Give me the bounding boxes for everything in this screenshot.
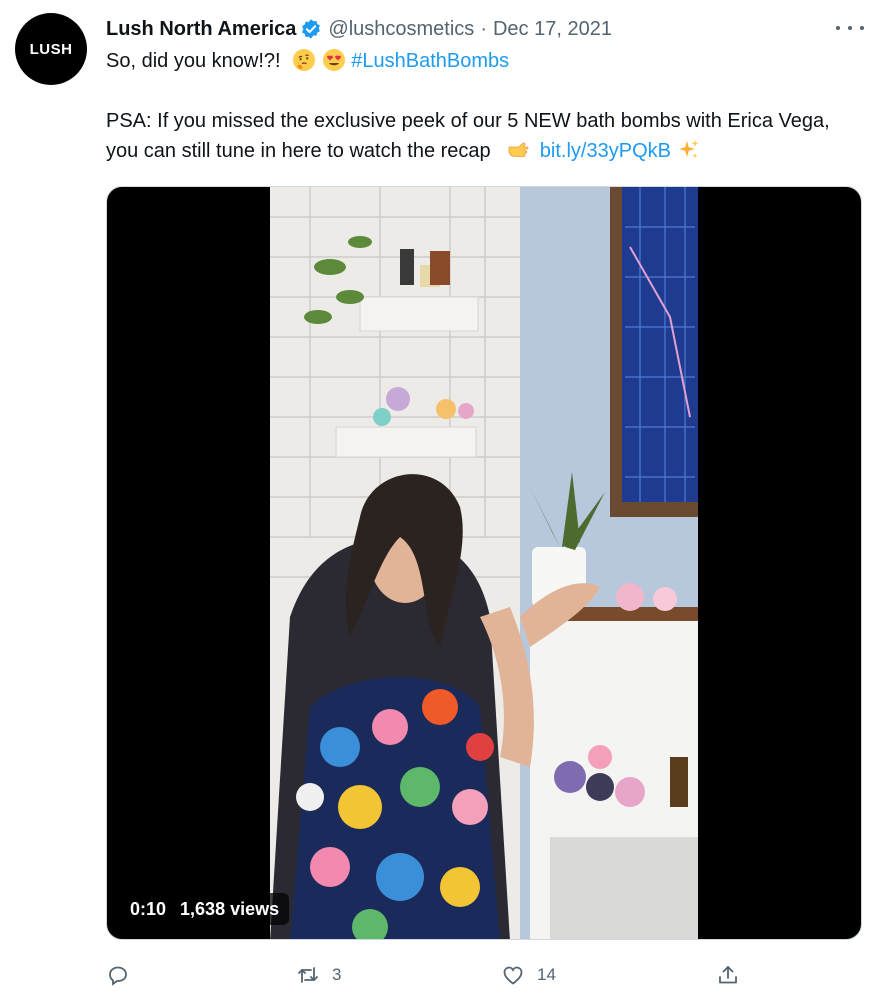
tweet-line-1: So, did you know!?! #LushBathBombs (106, 46, 866, 76)
like-count: 14 (537, 965, 556, 984)
header-separator: · (480, 17, 487, 40)
retweet-button[interactable]: 3 (296, 958, 341, 992)
tweet-header: Lush North America @lushcosmetics · Dec … (106, 14, 612, 44)
thinking-face-icon (293, 49, 316, 71)
video-player[interactable]: 0:10 1,638 views (106, 186, 862, 940)
like-button[interactable]: 14 (501, 958, 556, 992)
author-handle[interactable]: @lushcosmetics (328, 18, 474, 41)
heart-eyes-face-icon (322, 49, 345, 71)
video-time: 0:10 (130, 898, 167, 919)
recap-link[interactable]: bit.ly/33yPQkB (540, 140, 671, 162)
retweet-icon (298, 967, 318, 983)
more-icon[interactable] (836, 18, 864, 38)
author-avatar[interactable]: LUSH (15, 13, 87, 85)
reply-button[interactable] (106, 958, 142, 992)
intro-text: So, did you know!?! (106, 50, 281, 72)
sparkles-icon (678, 140, 699, 159)
tweet-action-bar: 3 14 (106, 958, 866, 992)
share-button[interactable] (716, 958, 752, 992)
tweet-date[interactable]: Dec 17, 2021 (493, 18, 612, 41)
video-frame (270, 187, 698, 939)
reply-icon (109, 966, 127, 986)
video-stats-overlay: 0:10 1,638 views (120, 893, 290, 925)
avatar-logo-text: LUSH (29, 40, 73, 58)
share-icon (719, 966, 737, 984)
pointing-right-icon (508, 142, 529, 157)
verified-badge-icon (302, 19, 321, 39)
video-views: 1,638 views (180, 898, 280, 919)
tweet-text: So, did you know!?! #LushBathBombs PSA: … (106, 46, 866, 166)
hashtag-link[interactable]: #LushBathBombs (351, 50, 509, 72)
tweet-body: PSA: If you missed the exclusive peek of… (106, 106, 866, 166)
retweet-count: 3 (332, 965, 342, 984)
body-text: PSA: If you missed the exclusive peek of… (106, 110, 830, 162)
author-name[interactable]: Lush North America (106, 18, 296, 41)
like-icon (503, 966, 523, 985)
